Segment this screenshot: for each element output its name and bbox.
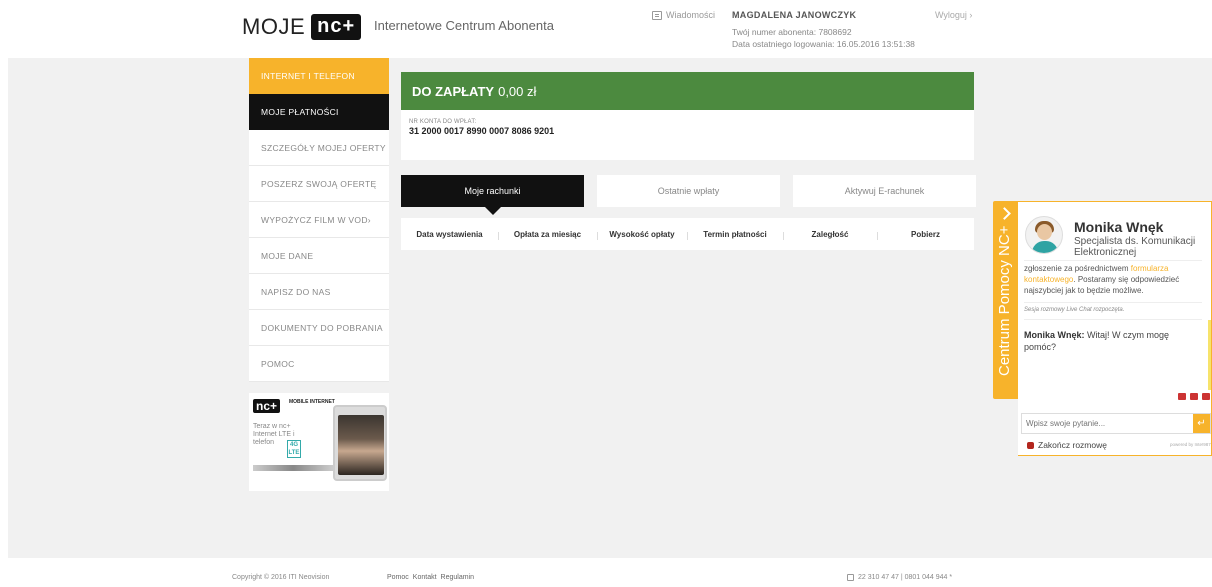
messages-icon [652,10,662,20]
sidebar-item-dokumenty[interactable]: DOKUMENTY DO POBRANIA [249,310,389,346]
messages-link[interactable]: Wiadomości [652,10,715,20]
column-header-data-wystawienia[interactable]: Data wystawienia [401,230,498,239]
sidebar-item-wypozycz-film[interactable]: WYPOŻYCZ FILM W VOD› [249,202,389,238]
chat-tab-label: Centrum Pomocy NC+ [996,225,1013,376]
column-header-pobierz[interactable]: Pobierz [877,230,974,240]
divider [1024,302,1202,303]
agent-role: Specjalista ds. Komunikacji Elektroniczn… [1074,236,1196,258]
promo-banner[interactable]: nc+ MOBILE INTERNET Teraz w nc+ Internet… [249,393,389,491]
payment-due-bar: DO ZAPŁATY 0,00 zł [401,72,974,110]
save-icon[interactable] [1190,393,1198,400]
sidebar-item-szczegoly-oferty[interactable]: SZCZEGÓŁY MOJEJ OFERTY [249,130,389,166]
chat-message-author: Monika Wnęk: [1024,330,1085,340]
promo-strip [253,465,333,471]
sidebar-item-moje-platnosci[interactable]: MOJE PŁATNOŚCI [249,94,389,130]
promo-logo: nc+ [253,399,281,413]
logo-badge: nc+ [311,14,362,40]
chat-transcript[interactable]: zgłoszenie za pośrednictwem formularza k… [1024,260,1202,406]
account-label: NR KONTA DO WPŁAT: [409,119,477,125]
promo-tag: MOBILE INTERNET [289,399,335,405]
chat-question-input[interactable] [1022,414,1193,433]
footer-links: Pomoc Kontakt Regulamin [387,574,474,581]
chevron-right-icon[interactable] [998,207,1011,220]
bills-table-header: Data wystawienia Opłata za miesiąc Wysok… [401,218,974,250]
chat-widget: Centrum Pomocy NC+ Monika Wnęk Specjalis… [993,201,1212,456]
agent-name: Monika Wnęk [1074,219,1164,235]
end-chat-button[interactable]: Zakończ rozmowę [1027,440,1107,450]
chat-message: Monika Wnęk: Witaj! W czym mogę pomóc? [1024,329,1202,353]
logo[interactable]: MOJE nc+ [242,14,362,40]
account-number: 31 2000 0017 8990 0007 8086 9201 [409,126,555,136]
footer-link-regulamin[interactable]: Regulamin [441,574,474,581]
chat-system-message: Sesja rozmowy Live Chat rozpoczęta. [1024,307,1125,313]
last-login: Data ostatniego logowania: 16.05.2016 13… [732,39,915,49]
logo-text: MOJE [242,14,306,39]
tab-moje-rachunki[interactable]: Moje rachunki [401,175,584,215]
footer-phone: 22 310 47 47 | 0801 044 944 * [847,574,952,581]
promo-photo [338,415,384,475]
divider [1024,319,1202,320]
promo-4g-badge: 4G LTE [287,440,301,458]
subscriber-number[interactable]: Twój numer abonenta: 7808692 [732,27,852,37]
sidebar-item-pomoc[interactable]: POMOC [249,346,389,382]
tab-aktywuj-e-rachunek[interactable]: Aktywuj E-rachunek [793,175,976,207]
column-header-zaleglosc[interactable]: Zaległość [783,230,877,240]
footer: Copyright © 2016 ITI Neovision Pomoc Kon… [0,570,1212,587]
chat-tab[interactable]: Centrum Pomocy NC+ [993,201,1018,399]
column-header-termin-platnosci[interactable]: Termin płatności [687,230,783,240]
payment-due-amount: 0,00 zł [498,83,537,99]
sidebar-item-internet-telefon[interactable]: INTERNET I TELEFON [249,58,389,94]
chat-scrollbar[interactable] [1208,320,1211,390]
footer-phone-number: 22 310 47 47 | 0801 044 944 * [858,574,953,581]
powered-by[interactable]: powered by Inte!987 [1170,442,1211,447]
phone-icon [847,574,854,581]
logout-link[interactable]: Wyloguj › [935,10,972,20]
messages-label: Wiadomości [666,10,716,20]
footer-link-kontakt[interactable]: Kontakt [413,574,437,581]
header-subtitle: Internetowe Centrum Abonenta [374,18,554,33]
chat-input-row: ↵ [1021,413,1211,434]
footer-link-pomoc[interactable]: Pomoc [387,574,409,581]
print-icon[interactable] [1202,393,1210,400]
promo-phone-image [333,405,387,481]
chat-info-text: zgłoszenie za pośrednictwem formularza k… [1024,264,1180,295]
header: MOJE nc+ Internetowe Centrum Abonenta Wi… [0,0,1212,58]
agent-avatar [1025,216,1063,254]
payment-due-label: DO ZAPŁATY [412,83,495,99]
tab-ostatnie-wplaty[interactable]: Ostatnie wpłaty [597,175,780,207]
user-name: MAGDALENA JANOWCZYK [732,10,857,20]
end-chat-label: Zakończ rozmowę [1038,440,1107,450]
chat-actions [1178,393,1210,400]
end-chat-icon [1027,441,1034,449]
chat-panel: Monika Wnęk Specjalista ds. Komunikacji … [1018,201,1212,456]
column-header-wysokosc-oplaty[interactable]: Wysokość opłaty [597,230,687,240]
column-header-oplata-za-miesiac[interactable]: Opłata za miesiąc [498,230,597,240]
copyright: Copyright © 2016 ITI Neovision [232,574,330,581]
sidebar: INTERNET I TELEFON MOJE PŁATNOŚCI SZCZEG… [249,58,389,491]
sidebar-item-moje-dane[interactable]: MOJE DANE [249,238,389,274]
account-box: NR KONTA DO WPŁAT: 31 2000 0017 8990 000… [401,110,974,160]
sidebar-item-poszerz-oferte[interactable]: POSZERZ SWOJĄ OFERTĘ [249,166,389,202]
sidebar-item-napisz-do-nas[interactable]: NAPISZ DO NAS [249,274,389,310]
email-icon[interactable] [1178,393,1186,400]
send-icon[interactable]: ↵ [1193,414,1210,433]
